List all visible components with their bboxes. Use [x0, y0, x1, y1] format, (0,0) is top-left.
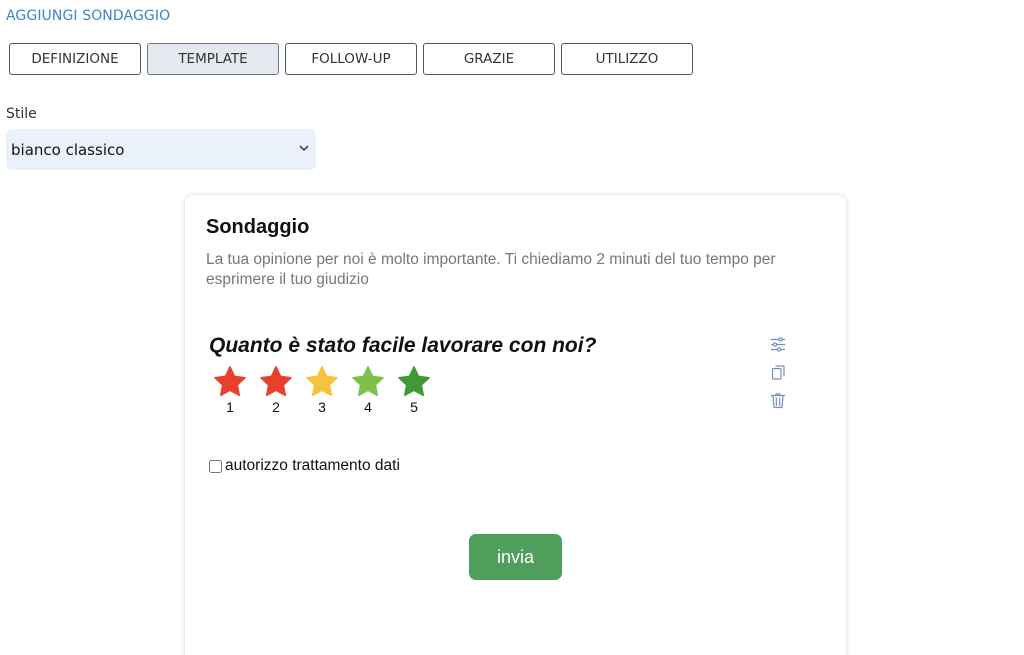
trash-icon[interactable]: [770, 392, 786, 409]
submit-button[interactable]: invia: [469, 534, 562, 580]
style-select[interactable]: bianco classico: [6, 129, 316, 170]
tab-definizione[interactable]: DEFINIZIONE: [9, 43, 141, 75]
rating-label: 5: [410, 399, 418, 415]
star-icon: [306, 366, 338, 397]
star-icon: [260, 366, 292, 397]
sliders-icon[interactable]: [770, 336, 786, 353]
tab-utilizzo[interactable]: UTILIZZO: [561, 43, 693, 75]
consent-label: autorizzo trattamento dati: [225, 457, 400, 474]
tab-follow-up[interactable]: FOLLOW-UP: [285, 43, 417, 75]
page-title: AGGIUNGI SONDAGGIO: [6, 8, 171, 24]
star-icon: [214, 366, 246, 397]
consent-row[interactable]: autorizzo trattamento dati: [209, 457, 400, 475]
tab-grazie[interactable]: GRAZIE: [423, 43, 555, 75]
rating-label: 2: [272, 399, 280, 415]
rating-star-4[interactable]: 4: [350, 365, 386, 415]
star-icon: [398, 366, 430, 397]
rating-label: 4: [364, 399, 372, 415]
rating-star-1[interactable]: 1: [212, 365, 248, 415]
style-select-value: bianco classico: [11, 140, 125, 159]
rating-star-3[interactable]: 3: [304, 365, 340, 415]
tab-bar: DEFINIZIONE TEMPLATE FOLLOW-UP GRAZIE UT…: [9, 43, 693, 75]
consent-checkbox[interactable]: [209, 459, 222, 473]
star-rating: 1 2 3 4 5: [212, 365, 432, 415]
tab-template[interactable]: TEMPLATE: [147, 43, 279, 75]
question-text: Quanto è stato facile lavorare con noi?: [209, 334, 597, 357]
chevron-down-icon: [299, 145, 309, 151]
rating-star-5[interactable]: 5: [396, 365, 432, 415]
survey-title: Sondaggio: [206, 216, 310, 238]
copy-icon[interactable]: [770, 364, 786, 381]
rating-label: 3: [318, 399, 326, 415]
rating-star-2[interactable]: 2: [258, 365, 294, 415]
rating-label: 1: [226, 399, 234, 415]
star-icon: [352, 366, 384, 397]
question-tools: [770, 336, 786, 409]
style-label: Stile: [6, 106, 37, 122]
survey-preview-card: Sondaggio La tua opinione per noi è molt…: [185, 195, 846, 655]
survey-description: La tua opinione per noi è molto importan…: [206, 251, 776, 288]
